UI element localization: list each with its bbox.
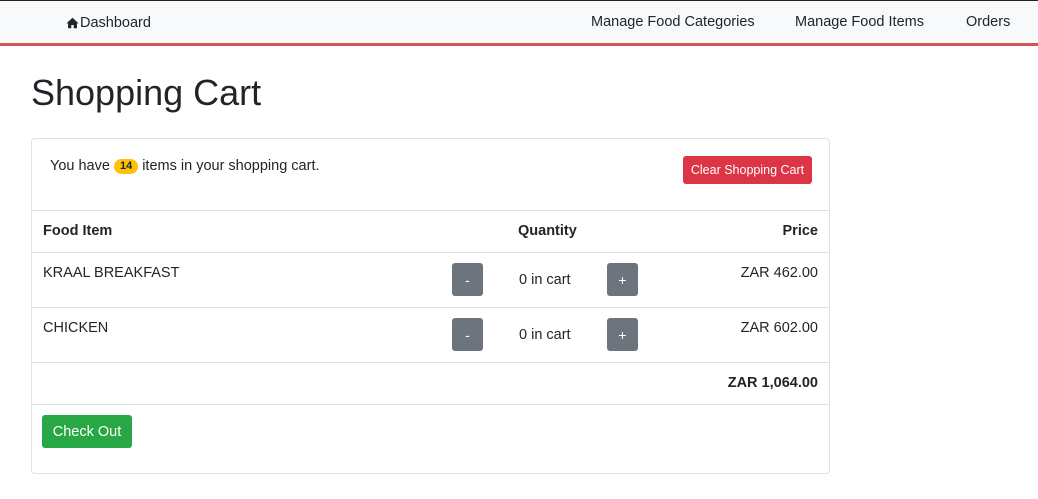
food-item-name: CHICKEN — [43, 320, 109, 336]
home-icon — [66, 17, 79, 29]
item-count-badge: 14 — [113, 158, 139, 174]
clear-cart-button[interactable]: Clear Shopping Cart — [683, 156, 812, 184]
cart-total: ZAR 1,064.00 — [727, 375, 818, 391]
shopping-cart-card: You have 14 items in your shopping cart.… — [31, 138, 830, 474]
decrease-quantity-button[interactable]: - — [452, 318, 483, 351]
page-title: Shopping Cart — [31, 72, 262, 113]
quantity-value: 0 in cart — [519, 327, 571, 343]
summary-prefix: You have — [50, 158, 110, 174]
increase-quantity-button[interactable]: + — [607, 263, 638, 296]
checkout-button[interactable]: Check Out — [42, 415, 132, 448]
food-item-name: KRAAL BREAKFAST — [43, 265, 180, 281]
cart-row: CHICKEN - 0 in cart + ZAR 602.00 — [32, 308, 829, 363]
item-price: ZAR 462.00 — [740, 265, 818, 281]
divider — [32, 210, 829, 211]
item-price: ZAR 602.00 — [740, 320, 818, 336]
nav-manage-food-categories[interactable]: Manage Food Categories — [591, 14, 755, 30]
decrease-quantity-button[interactable]: - — [452, 263, 483, 296]
quantity-value: 0 in cart — [519, 272, 571, 288]
nav-manage-food-items[interactable]: Manage Food Items — [795, 14, 924, 30]
increase-quantity-button[interactable]: + — [607, 318, 638, 351]
divider — [32, 404, 829, 405]
cart-summary: You have 14 items in your shopping cart. — [50, 158, 320, 174]
divider — [32, 362, 829, 363]
summary-suffix: items in your shopping cart. — [142, 158, 320, 174]
nav-orders[interactable]: Orders — [966, 14, 1010, 30]
top-navbar: Dashboard Manage Food Categories Manage … — [0, 0, 1038, 46]
cart-row: KRAAL BREAKFAST - 0 in cart + ZAR 462.00 — [32, 253, 829, 308]
header-price: Price — [782, 223, 818, 239]
dashboard-label: Dashboard — [80, 15, 151, 31]
header-quantity: Quantity — [518, 223, 577, 239]
dashboard-link[interactable]: Dashboard — [66, 13, 151, 33]
header-food-item: Food Item — [43, 223, 113, 239]
